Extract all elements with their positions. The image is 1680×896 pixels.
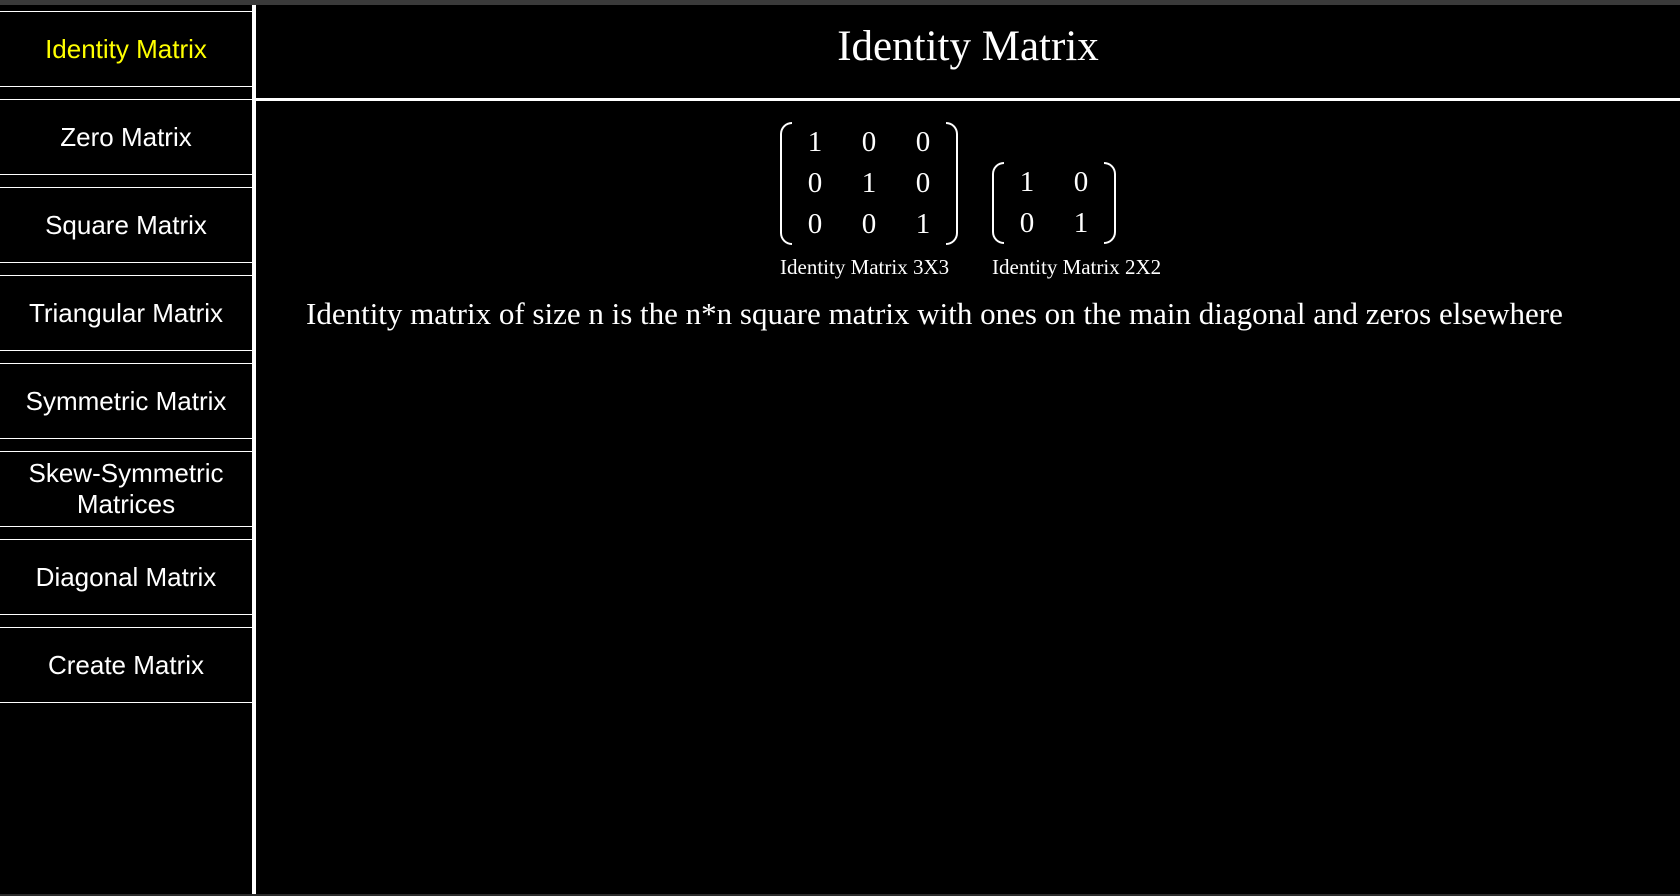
sidebar-item-label: Identity Matrix (45, 33, 207, 64)
matrix-cell: 0 (861, 208, 877, 240)
right-bracket (946, 122, 958, 245)
matrix-grid: 1 0 0 0 1 0 0 0 1 (780, 122, 958, 245)
matrix-cell: 0 (1073, 166, 1089, 198)
sidebar-item-label: Triangular Matrix (28, 297, 224, 328)
sidebar: Identity Matrix Zero Matrix Square Matri… (0, 5, 252, 896)
matrix-cell: 0 (915, 126, 931, 158)
matrix-cell: 0 (861, 126, 877, 158)
sidebar-item-create-matrix[interactable]: Create Matrix (0, 627, 252, 703)
sidebar-item-label: Symmetric Matrix (25, 385, 227, 416)
sidebar-item-identity-matrix[interactable]: Identity Matrix (0, 11, 252, 87)
sidebar-item-zero-matrix[interactable]: Zero Matrix (0, 99, 252, 175)
sidebar-item-skew-symmetric-matrices[interactable]: Skew-Symmetric Matrices (0, 451, 252, 527)
left-bracket (992, 162, 1004, 244)
matrix-cell: 0 (915, 167, 931, 199)
sidebar-item-triangular-matrix[interactable]: Triangular Matrix (0, 275, 252, 351)
matrix-grid: 1 0 0 1 (992, 162, 1116, 244)
sidebar-item-square-matrix[interactable]: Square Matrix (0, 187, 252, 263)
matrix-3x3-caption: Identity Matrix 3X3 (780, 255, 950, 279)
matrix-2x2-caption: Identity Matrix 2X2 (992, 255, 1162, 279)
matrix-3x3: 1 0 0 0 1 0 0 0 1 (780, 122, 958, 245)
sidebar-item-diagonal-matrix[interactable]: Diagonal Matrix (0, 539, 252, 615)
matrix-cell: 1 (807, 126, 823, 158)
sidebar-divider (252, 5, 256, 894)
sidebar-item-label: Square Matrix (45, 209, 207, 240)
page-title: Identity Matrix (837, 23, 1099, 70)
matrix-cell: 0 (807, 208, 823, 240)
sidebar-item-label: Create Matrix (47, 649, 205, 680)
matrix-2x2: 1 0 0 1 (992, 162, 1116, 244)
matrix-cell: 1 (861, 167, 877, 199)
sidebar-item-label: Diagonal Matrix (35, 561, 217, 592)
matrix-cell: 0 (807, 167, 823, 199)
sidebar-item-label: Zero Matrix (60, 121, 192, 152)
right-bracket (1104, 162, 1116, 244)
matrix-cell: 1 (1019, 166, 1035, 198)
sidebar-item-label: Skew-Symmetric Matrices (28, 458, 224, 519)
matrix-cell: 1 (915, 208, 931, 240)
definition-text: Identity matrix of size n is the n*n squ… (306, 296, 1563, 331)
matrix-cell: 0 (1019, 207, 1035, 239)
page-header: Identity Matrix (256, 5, 1680, 101)
matrix-cell: 1 (1073, 207, 1089, 239)
sidebar-item-symmetric-matrix[interactable]: Symmetric Matrix (0, 363, 252, 439)
left-bracket (780, 122, 792, 245)
